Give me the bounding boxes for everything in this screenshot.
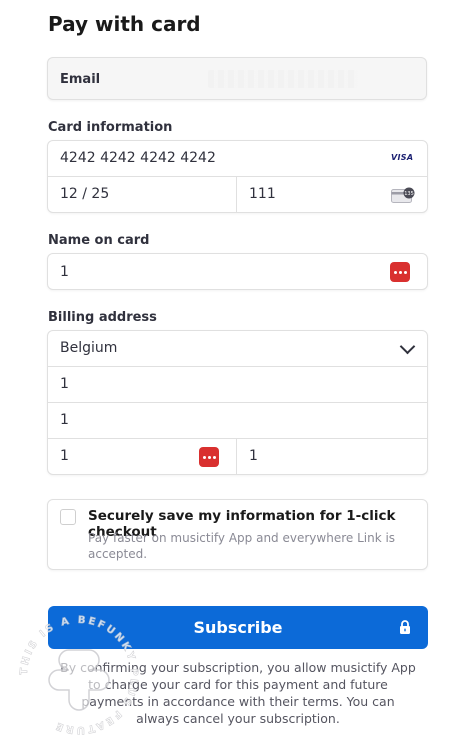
billing-address-group: Belgium 1 1 1 1 [47, 330, 428, 475]
cvc-icon-label: 135 [404, 191, 414, 197]
card-number-field[interactable]: 4242 4242 4242 4242 VISA [48, 141, 427, 177]
autofill-menu-icon[interactable] [390, 262, 410, 282]
email-faint-text [208, 70, 358, 88]
save-info-description: Pay faster on musictify App and everywhe… [88, 531, 396, 561]
card-number-value: 4242 4242 4242 4242 [60, 150, 216, 166]
autofill-menu-icon[interactable] [199, 447, 219, 467]
save-info-checkbox[interactable] [60, 509, 76, 525]
name-on-card-value: 1 [60, 264, 69, 280]
visa-icon: VISA [391, 153, 414, 162]
postal-code-value: 1 [60, 448, 69, 464]
city-value: 1 [249, 448, 258, 464]
address-line1-value: 1 [60, 376, 69, 392]
postal-city-row: 1 1 [48, 439, 427, 475]
chevron-down-icon [399, 338, 416, 355]
card-expiry-cvc-row: 12 / 25 111 135 [48, 177, 427, 213]
card-cvc-field[interactable]: 111 135 [237, 177, 427, 213]
address-line1-field[interactable]: 1 [48, 367, 427, 403]
lock-icon [400, 620, 410, 634]
city-field[interactable]: 1 [237, 439, 427, 475]
page-title: Pay with card [48, 12, 201, 36]
card-cvc-value: 111 [249, 186, 276, 202]
card-info-label: Card information [48, 120, 173, 135]
card-info-group: 4242 4242 4242 4242 VISA 12 / 25 111 135 [47, 140, 428, 213]
billing-address-label: Billing address [48, 310, 157, 325]
checkout-page: Pay with card Email Card information 424… [0, 0, 472, 750]
email-field[interactable]: Email [47, 57, 427, 100]
name-on-card-label: Name on card [48, 233, 150, 248]
card-expiry-field[interactable]: 12 / 25 [48, 177, 237, 213]
country-select[interactable]: Belgium [48, 331, 427, 367]
address-line2-value: 1 [60, 412, 69, 428]
address-line2-field[interactable]: 1 [48, 403, 427, 439]
name-on-card-field[interactable]: 1 [47, 253, 428, 290]
country-value: Belgium [60, 340, 118, 356]
card-expiry-value: 12 / 25 [60, 186, 110, 202]
watermark-logo: THIS IS A BEFUNKY PLUS FEATURE [19, 614, 137, 735]
save-info-box: Securely save my information for 1-click… [47, 499, 428, 570]
card-cvc-icon: 135 [391, 187, 415, 203]
postal-code-field[interactable]: 1 [48, 439, 237, 475]
email-label: Email [60, 72, 101, 87]
